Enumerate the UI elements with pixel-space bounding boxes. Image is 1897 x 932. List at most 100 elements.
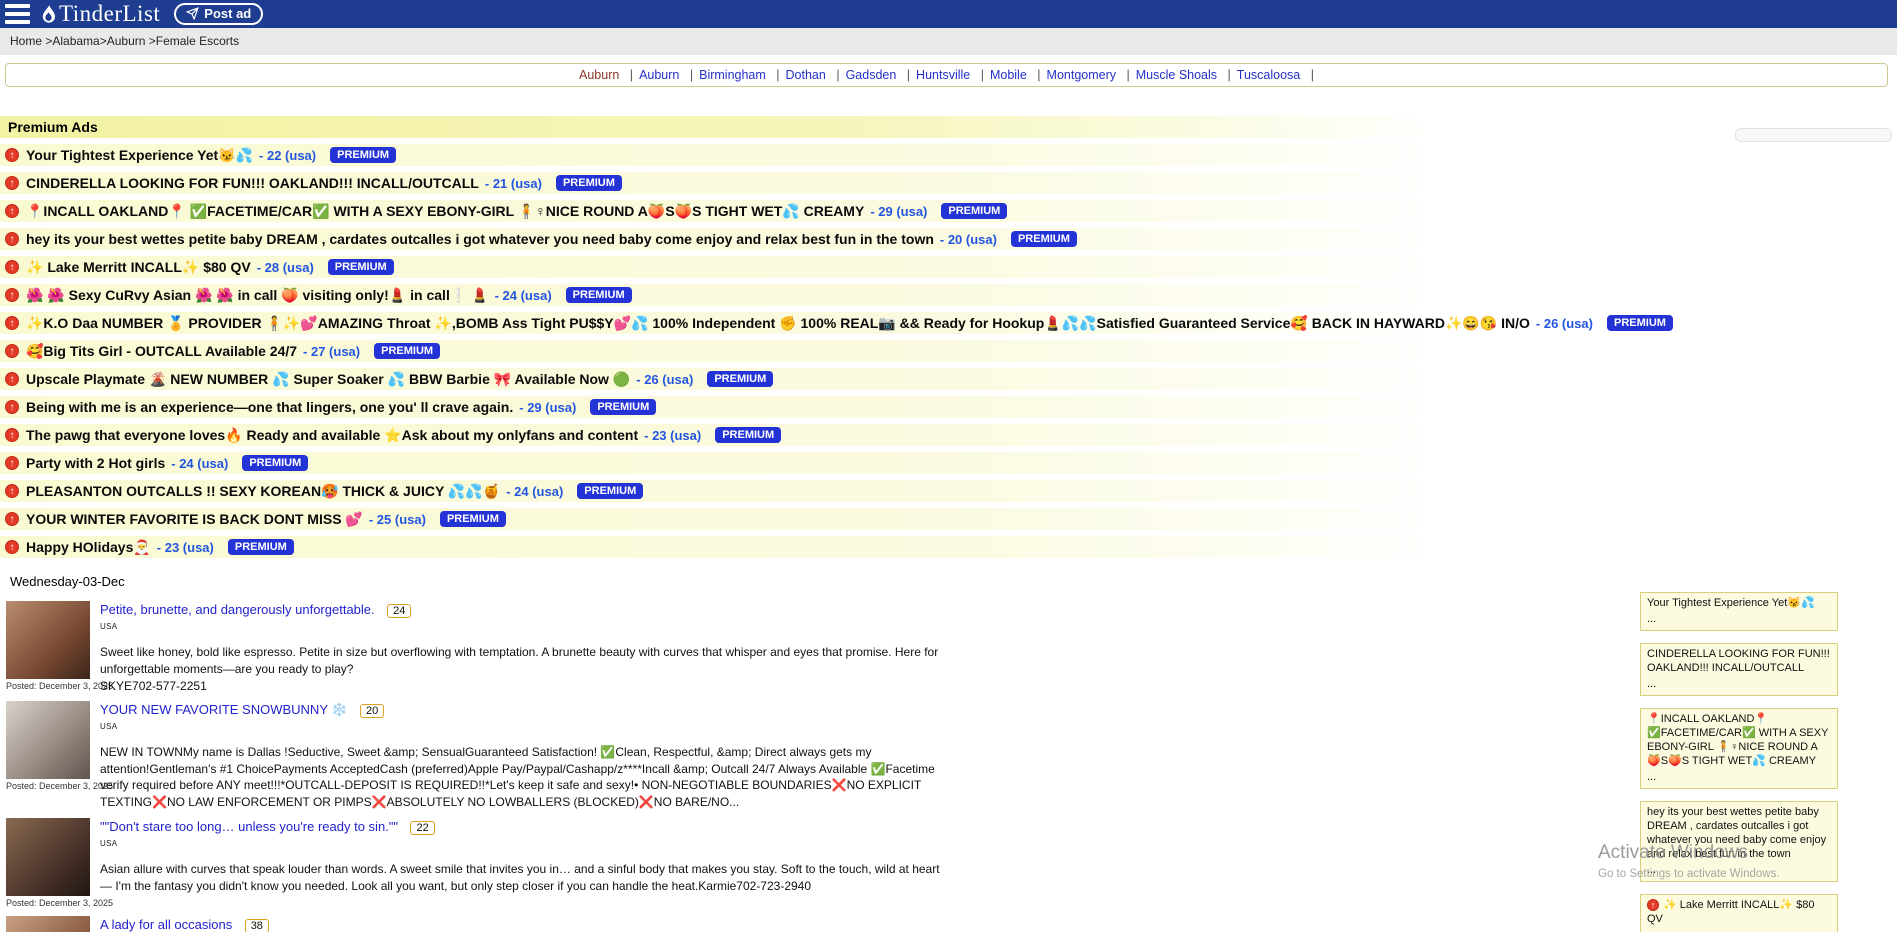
premium-ad-title[interactable]: Being with me is an experience—one that …	[26, 399, 513, 415]
premium-ad-row[interactable]: ↑ Being with me is an experience—one tha…	[0, 396, 1565, 418]
premium-ad-title[interactable]: YOUR WINTER FAVORITE IS BACK DONT MISS 💕	[26, 511, 363, 528]
flame-icon	[40, 5, 57, 24]
premium-ad-title[interactable]: ✨ Lake Merritt INCALL✨ $80 QV	[26, 259, 251, 276]
premium-ad-title[interactable]: The pawg that everyone loves🔥 Ready and …	[26, 427, 638, 444]
city-link-huntsville[interactable]: Huntsville	[916, 68, 984, 82]
premium-ad-title[interactable]: ✨K.O Daa NUMBER 🏅 PROVIDER 🧍✨💕AMAZING Th…	[26, 315, 1530, 332]
listing-photo-column: Posted: December 3, 2025	[0, 601, 96, 691]
sidebar-ad-title: ↑✨ Lake Merritt INCALL✨ $80 QV	[1647, 899, 1831, 927]
up-arrow-icon: ↑	[5, 540, 19, 554]
city-link-montgomery[interactable]: Montgomery	[1047, 68, 1130, 82]
brand-logo[interactable]: TinderList	[40, 1, 160, 27]
listing-description: Asian allure with curves that speak loud…	[100, 861, 948, 894]
premium-ad-row[interactable]: ↑ ✨ Lake Merritt INCALL✨ $80 QV - 28 (us…	[0, 256, 1565, 278]
city-links-bar: Auburn Auburn Birmingham Dothan Gadsden …	[5, 63, 1888, 87]
up-arrow-icon: ↑	[5, 148, 19, 162]
premium-ad-age: - 20 (usa)	[940, 232, 997, 247]
premium-ad-title[interactable]: Happy HOlidays🎅	[26, 539, 151, 556]
sidebar-ad-title: 📍INCALL OAKLAND📍 ✅FACETIME/CAR✅ WITH A S…	[1647, 713, 1831, 769]
sidebar-ad-box[interactable]: ↑✨ Lake Merritt INCALL✨ $80 QV ...	[1640, 894, 1838, 932]
premium-ad-title[interactable]: CINDERELLA LOOKING FOR FUN!!! OAKLAND!!!…	[26, 175, 479, 191]
listing-content: A lady for all occasions 38 USA	[100, 916, 990, 932]
hamburger-menu-icon[interactable]	[5, 4, 30, 24]
listing-title-link[interactable]: YOUR NEW FAVORITE SNOWBUNNY ❄️	[100, 702, 348, 717]
listing-row[interactable]: Posted: December 3, 2025 YOUR NEW FAVORI…	[0, 701, 990, 810]
premium-badge: PREMIUM	[707, 371, 773, 387]
premium-ad-row[interactable]: ↑ CINDERELLA LOOKING FOR FUN!!! OAKLAND!…	[0, 172, 1565, 194]
premium-ad-age: - 22 (usa)	[259, 148, 316, 163]
age-badge: 22	[410, 821, 434, 835]
city-link-muscle-shoals[interactable]: Muscle Shoals	[1136, 68, 1231, 82]
listing-photo[interactable]	[6, 818, 90, 896]
up-arrow-icon: ↑	[5, 456, 19, 470]
listing-title-link[interactable]: Petite, brunette, and dangerously unforg…	[100, 602, 375, 617]
premium-ad-title[interactable]: 🌺 🌺 Sexy CuRvy Asian 🌺 🌺 in call 🍑 visit…	[26, 287, 489, 304]
premium-badge: PREMIUM	[715, 427, 781, 443]
breadcrumb[interactable]: Home >Alabama>Auburn >Female Escorts	[0, 28, 1897, 55]
listing-row[interactable]: A lady for all occasions 38 USA	[0, 916, 990, 932]
premium-ad-age: - 26 (usa)	[1536, 316, 1593, 331]
premium-ad-row[interactable]: ↑ Party with 2 Hot girls - 24 (usa) PREM…	[0, 452, 1565, 474]
listing-photo[interactable]	[6, 916, 90, 932]
sidebar-ad-more: ...	[1647, 771, 1831, 785]
listing-country: USA	[100, 839, 990, 848]
post-ad-button[interactable]: Post ad	[174, 3, 263, 25]
premium-ad-row[interactable]: ↑ Happy HOlidays🎅 - 23 (usa) PREMIUM	[0, 536, 1565, 558]
premium-ad-row[interactable]: ↑ 🌺 🌺 Sexy CuRvy Asian 🌺 🌺 in call 🍑 vis…	[0, 284, 1565, 306]
premium-ad-age: - 28 (usa)	[257, 260, 314, 275]
premium-ad-row[interactable]: ↑ PLEASANTON OUTCALLS !! SEXY KOREAN🥵 TH…	[0, 480, 1565, 502]
top-bar: TinderList Post ad	[0, 0, 1897, 28]
sidebar-ad-more: ...	[1647, 613, 1831, 627]
up-arrow-icon: ↑	[5, 204, 19, 218]
listing-contact: SKYE702-577-2251	[100, 679, 990, 693]
listing-content: ""Don't stare too long… unless you're re…	[100, 818, 990, 894]
listing-row[interactable]: Posted: December 3, 2025 ""Don't stare t…	[0, 818, 990, 908]
age-badge: 24	[387, 604, 411, 618]
up-arrow-icon: ↑	[1647, 899, 1659, 911]
up-arrow-icon: ↑	[5, 400, 19, 414]
sidebar-ad-box[interactable]: hey its your best wettes petite baby DRE…	[1640, 801, 1838, 882]
age-badge: 38	[245, 919, 269, 932]
city-link-gadsden[interactable]: Gadsden	[846, 68, 910, 82]
up-arrow-icon: ↑	[5, 316, 19, 330]
premium-ad-title[interactable]: Your Tightest Experience Yet😼💦	[26, 147, 253, 164]
premium-ad-row[interactable]: ↑ hey its your best wettes petite baby D…	[0, 228, 1565, 250]
sidebar-ad-box[interactable]: CINDERELLA LOOKING FOR FUN!!! OAKLAND!!!…	[1640, 643, 1838, 696]
premium-ad-row[interactable]: ↑ 📍INCALL OAKLAND📍 ✅FACETIME/CAR✅ WITH A…	[0, 200, 1565, 222]
up-arrow-icon: ↑	[5, 344, 19, 358]
page: TinderList Post ad Home >Alabama>Auburn …	[0, 0, 1897, 932]
city-link-birmingham[interactable]: Birmingham	[699, 68, 779, 82]
premium-ad-title[interactable]: Upscale Playmate 🌋 NEW NUMBER 💦 Super So…	[26, 371, 630, 388]
listing-title-link[interactable]: A lady for all occasions	[100, 917, 232, 932]
premium-ad-row[interactable]: ↑ YOUR WINTER FAVORITE IS BACK DONT MISS…	[0, 508, 1565, 530]
premium-badge: PREMIUM	[374, 343, 440, 359]
premium-ad-title[interactable]: hey its your best wettes petite baby DRE…	[26, 231, 934, 247]
listing-row[interactable]: Posted: December 3, 2025 Petite, brunett…	[0, 601, 990, 693]
sidebar-ad-box[interactable]: 📍INCALL OAKLAND📍 ✅FACETIME/CAR✅ WITH A S…	[1640, 708, 1838, 789]
scrollbar-horizontal[interactable]	[1735, 128, 1892, 142]
premium-ad-title[interactable]: 📍INCALL OAKLAND📍 ✅FACETIME/CAR✅ WITH A S…	[26, 203, 864, 220]
premium-ad-age: - 21 (usa)	[485, 176, 542, 191]
listing-photo[interactable]	[6, 601, 90, 679]
brand-name: TinderList	[59, 1, 160, 27]
premium-ad-title[interactable]: Party with 2 Hot girls	[26, 455, 165, 471]
up-arrow-icon: ↑	[5, 512, 19, 526]
premium-ad-title[interactable]: PLEASANTON OUTCALLS !! SEXY KOREAN🥵 THIC…	[26, 483, 500, 500]
premium-ad-title[interactable]: 🥰Big Tits Girl - OUTCALL Available 24/7	[26, 343, 297, 360]
listing-title-link[interactable]: ""Don't stare too long… unless you're re…	[100, 819, 398, 834]
premium-ad-row[interactable]: ↑ 🥰Big Tits Girl - OUTCALL Available 24/…	[0, 340, 1565, 362]
premium-ad-age: - 24 (usa)	[495, 288, 552, 303]
up-arrow-icon: ↑	[5, 372, 19, 386]
city-link-tuscaloosa[interactable]: Tuscaloosa	[1237, 68, 1314, 82]
premium-ad-row[interactable]: ↑ Your Tightest Experience Yet😼💦 - 22 (u…	[0, 144, 1565, 166]
premium-ad-row[interactable]: ↑ ✨K.O Daa NUMBER 🏅 PROVIDER 🧍✨💕AMAZING …	[0, 312, 1565, 334]
premium-ad-row[interactable]: ↑ The pawg that everyone loves🔥 Ready an…	[0, 424, 1565, 446]
city-link-auburn-current[interactable]: Auburn	[579, 68, 633, 82]
premium-ad-row[interactable]: ↑ Upscale Playmate 🌋 NEW NUMBER 💦 Super …	[0, 368, 1565, 390]
sidebar-ad-box[interactable]: Your Tightest Experience Yet😼💦 ...	[1640, 592, 1838, 631]
listing-photo[interactable]	[6, 701, 90, 779]
city-link-mobile[interactable]: Mobile	[990, 68, 1041, 82]
up-arrow-icon: ↑	[5, 260, 19, 274]
city-link-dothan[interactable]: Dothan	[786, 68, 840, 82]
city-link-auburn[interactable]: Auburn	[639, 68, 693, 82]
